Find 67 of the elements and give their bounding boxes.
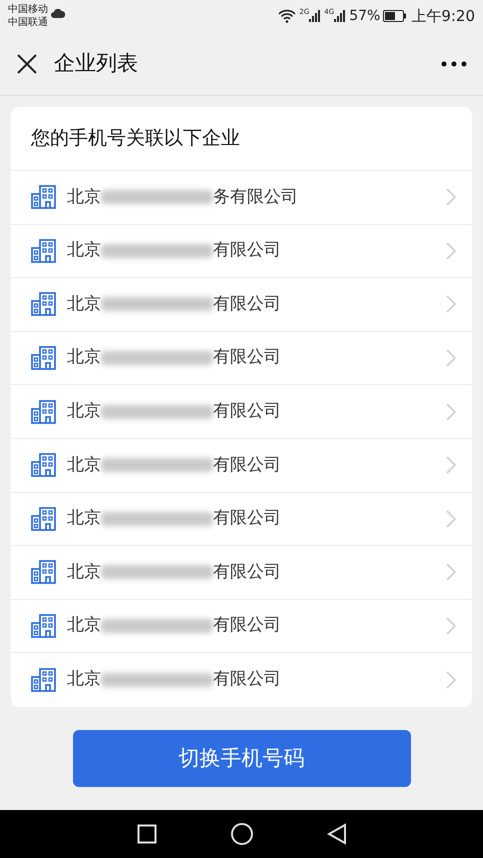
company-name-start: 北京: [67, 507, 101, 530]
building-icon: [31, 400, 59, 424]
company-name-start: 北京: [67, 239, 101, 262]
chevron-right-icon: [446, 617, 456, 636]
switch-phone-button[interactable]: 切换手机号码: [72, 730, 410, 787]
building-icon: [31, 614, 59, 638]
card-heading: 您的手机号关联以下企业: [31, 126, 240, 152]
company-name-start: 北京: [67, 454, 101, 477]
company-name-start: 北京: [67, 560, 101, 584]
page-title: 企业列表: [54, 50, 138, 77]
company-name-end: 有限公司: [213, 668, 281, 692]
building-icon: [31, 506, 59, 531]
signal-icon: [309, 10, 322, 22]
more-icon[interactable]: [441, 60, 467, 66]
company-name-start: 北京: [67, 400, 101, 423]
company-name-end: 有限公司: [213, 292, 281, 316]
company-name-end: 务有限公司: [213, 186, 298, 209]
chevron-right-icon: [446, 188, 456, 206]
company-name-end: 有限公司: [213, 346, 281, 370]
carrier-name: 中国联通: [8, 16, 48, 29]
recents-icon[interactable]: [136, 824, 156, 844]
company-row[interactable]: 北京 有限公司: [11, 332, 472, 386]
chevron-right-icon: [446, 242, 456, 260]
company-name-end: 有限公司: [213, 614, 281, 638]
company-row[interactable]: 北京 有限公司: [11, 224, 472, 278]
building-icon: [31, 453, 59, 478]
chevron-right-icon: [446, 456, 456, 474]
company-name-start: 北京: [67, 186, 101, 209]
company-row[interactable]: 北京 有限公司: [11, 438, 472, 493]
company-name-end: 有限公司: [213, 560, 281, 584]
company-name-end: 有限公司: [213, 239, 281, 262]
company-row[interactable]: 北京 有限公司: [11, 385, 472, 439]
company-name-start: 北京: [67, 292, 101, 316]
signal-icon: [334, 10, 346, 22]
company-name-start: 北京: [67, 346, 101, 370]
company-row[interactable]: 北京 有限公司: [11, 546, 472, 600]
building-icon: [31, 668, 59, 692]
building-icon: [31, 185, 59, 210]
back-icon[interactable]: [326, 823, 346, 845]
company-name-end: 有限公司: [213, 400, 281, 423]
cloud-icon: [51, 8, 65, 18]
company-row[interactable]: 北京 有限公司: [11, 278, 472, 332]
clock-time: 上午9:20: [411, 6, 475, 27]
chevron-right-icon: [446, 402, 456, 421]
chevron-right-icon: [446, 295, 456, 314]
chevron-right-icon: [446, 671, 456, 690]
chevron-right-icon: [446, 510, 456, 528]
carrier-name: 中国移动: [8, 3, 48, 16]
building-icon: [31, 346, 59, 370]
building-icon: [31, 292, 59, 316]
chevron-right-icon: [446, 349, 456, 368]
building-icon: [31, 238, 59, 263]
company-name-start: 北京: [67, 614, 101, 638]
company-row[interactable]: 北京 有限公司: [11, 653, 472, 707]
chevron-right-icon: [446, 563, 456, 582]
company-row[interactable]: 北京 有限公司: [11, 600, 472, 654]
company-row[interactable]: 北京 有限公司: [11, 492, 472, 546]
home-icon[interactable]: [230, 822, 254, 846]
wifi-icon: [278, 9, 296, 23]
battery-icon: [383, 10, 408, 22]
company-name-end: 有限公司: [213, 454, 281, 477]
company-name-start: 北京: [67, 668, 101, 692]
building-icon: [31, 560, 59, 584]
battery-percent: 57%: [349, 6, 380, 26]
company-row[interactable]: 北京 务有限公司: [11, 171, 472, 225]
company-name-end: 有限公司: [213, 507, 281, 530]
close-icon[interactable]: [16, 52, 38, 74]
